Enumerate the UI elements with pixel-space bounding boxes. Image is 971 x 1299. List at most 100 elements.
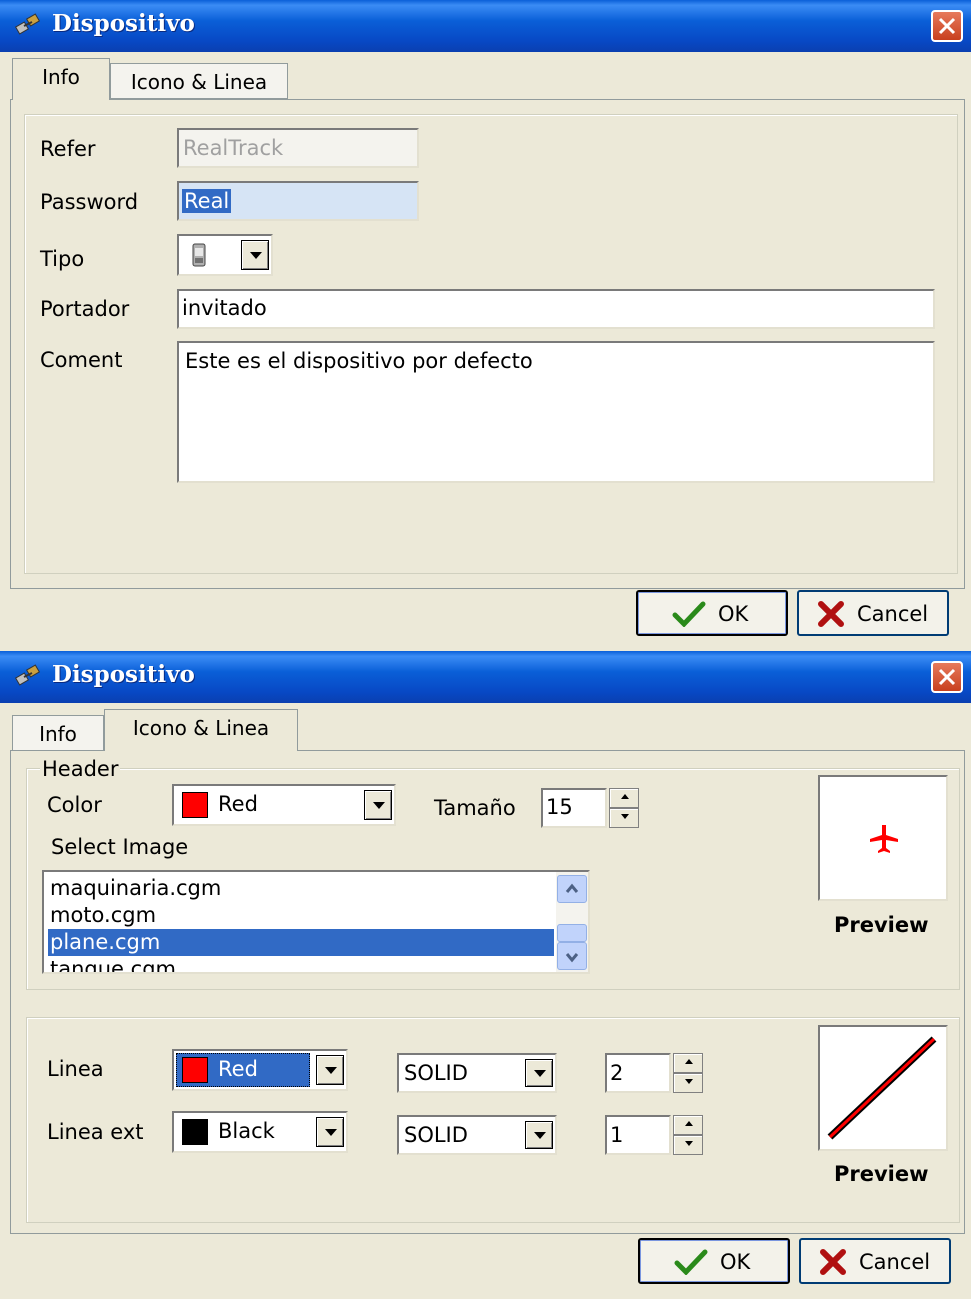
- size-spin-up[interactable]: [609, 788, 639, 808]
- ok-label: OK: [718, 602, 749, 626]
- size-value: 15: [546, 795, 573, 819]
- window-title: Dispositivo: [52, 10, 195, 37]
- cancel-label-2: Cancel: [859, 1250, 931, 1274]
- linea-width-spinner[interactable]: [673, 1053, 703, 1093]
- dialog-info: Dispositivo Info Icono & Linea Refer Rea…: [0, 0, 971, 650]
- checkmark-icon: [674, 1249, 708, 1275]
- linea-color-dropdown-arrow[interactable]: [316, 1055, 344, 1085]
- linea-width-spin-up[interactable]: [673, 1053, 703, 1073]
- cancel-x-icon: [818, 601, 844, 627]
- icon-preview-label: Preview: [834, 913, 929, 937]
- refer-value: RealTrack: [183, 136, 284, 160]
- refer-field[interactable]: RealTrack: [177, 128, 419, 168]
- plane-icon: [870, 825, 898, 853]
- scroll-thumb[interactable]: [557, 924, 587, 942]
- linea-style-combo[interactable]: SOLID: [397, 1053, 557, 1093]
- tipo-label: Tipo: [40, 247, 85, 271]
- list-item[interactable]: tanque.cgm: [48, 956, 554, 972]
- close-icon: [938, 668, 956, 686]
- size-spin-down[interactable]: [609, 808, 639, 828]
- linea-style-value: SOLID: [404, 1061, 468, 1085]
- portador-field[interactable]: invitado: [177, 289, 935, 329]
- close-icon: [938, 17, 956, 35]
- close-button-2[interactable]: [931, 661, 963, 693]
- linea-ext-width-value: 1: [610, 1123, 624, 1147]
- linea-ext-style-value: SOLID: [404, 1123, 468, 1147]
- linea-ext-color-combo[interactable]: Black: [172, 1111, 348, 1153]
- color-dropdown-arrow[interactable]: [364, 790, 392, 820]
- password-value: Real: [182, 189, 232, 213]
- line-preview-label: Preview: [834, 1162, 929, 1186]
- image-list[interactable]: maquinaria.cgm moto.cgm plane.cgm tanque…: [42, 870, 590, 974]
- linea-ext-width-input[interactable]: 1: [605, 1115, 671, 1155]
- tab-icono-linea-2[interactable]: Icono & Linea: [104, 709, 298, 751]
- linea-color-value: Red: [218, 1057, 258, 1081]
- color-combo[interactable]: Red: [172, 784, 396, 826]
- size-label: Tamaño: [434, 796, 516, 820]
- line-preview-drawing: [827, 1036, 937, 1140]
- linea-ext-width-spinner[interactable]: [673, 1115, 703, 1155]
- checkmark-icon: [672, 601, 706, 627]
- cancel-button[interactable]: Cancel: [797, 590, 949, 636]
- ok-label-2: OK: [720, 1250, 751, 1274]
- scroll-up-icon: [565, 883, 579, 893]
- portador-value: invitado: [182, 296, 267, 320]
- cancel-button-2[interactable]: Cancel: [799, 1238, 951, 1284]
- select-image-label: Select Image: [51, 835, 189, 859]
- tipo-combo[interactable]: [177, 234, 273, 276]
- linea-ext-width-spin-up[interactable]: [673, 1115, 703, 1135]
- tab-icono-linea-label-2: Icono & Linea: [132, 716, 270, 740]
- title-bar[interactable]: Dispositivo: [0, 0, 971, 52]
- ok-button-2[interactable]: OK: [638, 1238, 790, 1284]
- size-spinner[interactable]: [609, 788, 639, 828]
- coment-textarea[interactable]: Este es el dispositivo por defecto: [177, 341, 935, 483]
- device-type-icon: [192, 243, 206, 267]
- list-item[interactable]: maquinaria.cgm: [48, 875, 554, 902]
- header-legend: Header: [40, 757, 121, 781]
- color-label: Color: [47, 793, 102, 817]
- tab-info-2[interactable]: Info: [12, 715, 104, 751]
- password-label: Password: [40, 190, 139, 214]
- linea-ext-style-dropdown-arrow[interactable]: [525, 1121, 553, 1149]
- linea-ext-width-spin-down[interactable]: [673, 1135, 703, 1155]
- ok-button[interactable]: OK: [636, 590, 788, 636]
- icon-preview: [818, 775, 948, 901]
- linea-ext-color-value: Black: [218, 1119, 275, 1143]
- scrollbar[interactable]: [556, 872, 588, 972]
- password-field[interactable]: Real: [177, 181, 419, 221]
- tab-icono-linea-label: Icono & Linea: [130, 70, 268, 94]
- linea-width-input[interactable]: 2: [605, 1053, 671, 1093]
- title-bar-2[interactable]: Dispositivo: [0, 651, 971, 703]
- coment-label: Coment: [40, 348, 123, 372]
- satellite-app-icon: [14, 664, 41, 686]
- cancel-x-icon: [820, 1249, 846, 1275]
- tab-info-label-2: Info: [39, 722, 77, 746]
- scroll-up-button[interactable]: [557, 875, 587, 903]
- tipo-dropdown-arrow[interactable]: [241, 240, 269, 270]
- linea-ext-style-combo[interactable]: SOLID: [397, 1115, 557, 1155]
- cancel-label: Cancel: [857, 602, 929, 626]
- refer-label: Refer: [40, 137, 96, 161]
- scroll-down-button[interactable]: [557, 942, 587, 970]
- color-value: Red: [218, 792, 258, 816]
- tab-info[interactable]: Info: [12, 58, 110, 100]
- color-swatch: [182, 792, 208, 818]
- portador-label: Portador: [40, 297, 130, 321]
- linea-width-spin-down[interactable]: [673, 1073, 703, 1093]
- linea-ext-color-dropdown-arrow[interactable]: [316, 1117, 344, 1147]
- linea-width-value: 2: [610, 1061, 624, 1085]
- window-title-2: Dispositivo: [52, 661, 195, 688]
- satellite-app-icon: [14, 13, 41, 35]
- list-item[interactable]: moto.cgm: [48, 902, 554, 929]
- scroll-down-icon: [565, 953, 579, 963]
- close-button[interactable]: [931, 10, 963, 42]
- tab-icono-linea[interactable]: Icono & Linea: [110, 63, 288, 99]
- linea-color-combo[interactable]: Red: [172, 1049, 348, 1091]
- linea-ext-color-swatch: [182, 1119, 208, 1145]
- list-item-selected[interactable]: plane.cgm: [48, 929, 554, 956]
- line-preview: [818, 1025, 948, 1151]
- coment-value: Este es el dispositivo por defecto: [185, 349, 533, 373]
- linea-style-dropdown-arrow[interactable]: [525, 1059, 553, 1087]
- tab-info-label: Info: [42, 65, 80, 89]
- size-input[interactable]: 15: [541, 788, 607, 828]
